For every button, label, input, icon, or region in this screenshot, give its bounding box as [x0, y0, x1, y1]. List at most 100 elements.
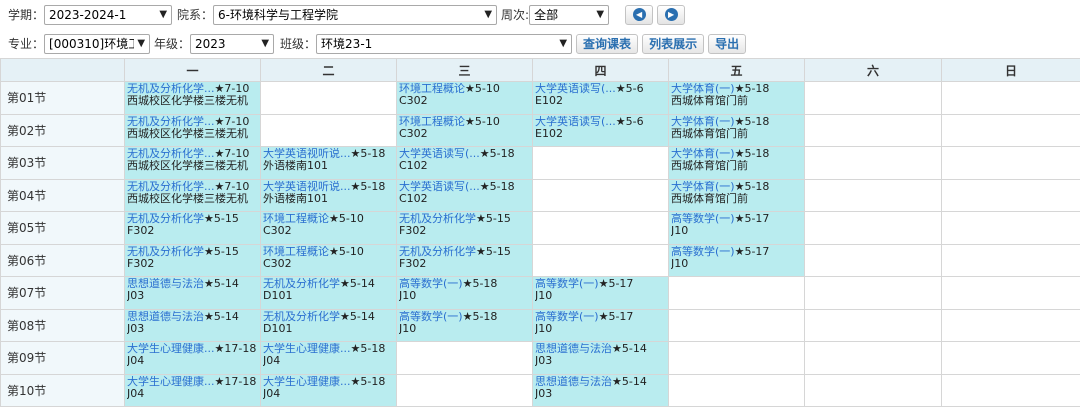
course-block[interactable]: 大学英语读写(...★5-6 E102 — [533, 114, 668, 146]
course-block[interactable]: 环境工程概论★5-10 C302 — [261, 244, 396, 276]
course-name-link[interactable]: 大学体育(一) — [671, 83, 735, 95]
export-button[interactable]: 导出 — [708, 33, 747, 54]
course-block[interactable]: 高等数学(一)★5-18 J10 — [397, 309, 532, 341]
course-block[interactable]: 无机及分析化学★5-14 D101 — [261, 309, 396, 341]
course-block[interactable]: 无机及分析化学...★7-10 西城校区化学楼三楼无机 — [125, 147, 260, 179]
course-room: 西城校区化学楼三楼无机 — [127, 95, 248, 107]
course-block[interactable]: 无机及分析化学★5-15 F302 — [125, 212, 260, 244]
course-name-link[interactable]: 大学生心理健康... — [127, 343, 215, 355]
course-block[interactable]: 思想道德与法治★5-14 J03 — [125, 277, 260, 309]
course-name-link[interactable]: 大学体育(一) — [671, 148, 735, 160]
course-block[interactable]: 大学生心理健康...★5-18 J04 — [261, 342, 396, 374]
course-name-link[interactable]: 思想道德与法治 — [127, 278, 204, 290]
course-name-link[interactable]: 无机及分析化学... — [127, 83, 215, 95]
course-name-link[interactable]: 大学英语读写(... — [399, 181, 480, 193]
course-name-link[interactable]: 无机及分析化学 — [127, 213, 204, 225]
course-block[interactable]: 大学体育(一)★5-18 西城体育馆门前 — [669, 147, 804, 179]
course-name-link[interactable]: 无机及分析化学 — [399, 246, 476, 258]
course-name-link[interactable]: 无机及分析化学... — [127, 181, 215, 193]
course-block[interactable]: 大学体育(一)★5-18 西城体育馆门前 — [669, 114, 804, 146]
course-name-link[interactable]: 环境工程概论 — [399, 83, 465, 95]
course-name-link[interactable]: 环境工程概论 — [263, 213, 329, 225]
course-block[interactable]: 高等数学(一)★5-18 J10 — [397, 277, 532, 309]
course-weeks: ★5-18 — [350, 148, 386, 160]
course-block[interactable]: 大学生心理健康...★5-18 J04 — [261, 374, 396, 406]
corner-header — [0, 58, 125, 82]
course-name-link[interactable]: 高等数学(一) — [535, 311, 599, 323]
course-room: C102 — [399, 160, 428, 172]
course-block[interactable]: 思想道德与法治★5-14 J03 — [125, 309, 260, 341]
course-name-link[interactable]: 高等数学(一) — [671, 246, 735, 258]
course-name-link[interactable]: 思想道德与法治 — [127, 311, 204, 323]
course-name-link[interactable]: 高等数学(一) — [671, 213, 735, 225]
class-select[interactable]: 环境23-1 ▼ — [316, 33, 573, 54]
week-select[interactable]: 全部 ▼ — [529, 4, 610, 25]
course-name-link[interactable]: 大学体育(一) — [671, 116, 735, 128]
course-block[interactable]: 高等数学(一)★5-17 J10 — [669, 244, 804, 276]
course-name-line: 大学体育(一)★5-18 — [671, 181, 802, 193]
course-name-link[interactable]: 大学英语视听说... — [263, 181, 351, 193]
period-label: 第05节 — [0, 211, 125, 245]
schedule-cell: 无机及分析化学★5-15 F302 — [396, 243, 533, 277]
term-select[interactable]: 2023-2024-1 ▼ — [44, 4, 173, 25]
course-block[interactable]: 思想道德与法治★5-14 J03 — [533, 374, 668, 406]
course-name-link[interactable]: 思想道德与法治 — [535, 376, 612, 388]
schedule-cell — [804, 81, 942, 115]
course-name-link[interactable]: 无机及分析化学 — [263, 278, 340, 290]
course-block[interactable]: 大学体育(一)★5-18 西城体育馆门前 — [669, 82, 804, 114]
course-name-link[interactable]: 环境工程概论 — [399, 116, 465, 128]
course-block[interactable]: 大学英语视听说...★5-18 外语楼南101 — [261, 147, 396, 179]
course-room: C102 — [399, 192, 428, 205]
course-block[interactable]: 高等数学(一)★5-17 J10 — [669, 212, 804, 244]
course-block[interactable]: 无机及分析化学★5-15 F302 — [397, 244, 532, 276]
course-name-link[interactable]: 无机及分析化学 — [127, 246, 204, 258]
course-block[interactable]: 高等数学(一)★5-17 J10 — [533, 277, 668, 309]
course-name-link[interactable]: 大学英语视听说... — [263, 148, 351, 160]
grade-select[interactable]: 2023 ▼ — [190, 33, 275, 54]
course-block[interactable]: 大学生心理健康...★17-18 J04 — [125, 374, 260, 406]
course-block[interactable]: 大学英语读写(...★5-18 C102 — [397, 179, 532, 211]
prev-week-button[interactable]: ◀ — [625, 4, 654, 25]
next-week-button[interactable]: ▶ — [657, 4, 686, 25]
query-schedule-button[interactable]: 查询课表 — [576, 33, 639, 54]
course-block[interactable]: 大学英语读写(...★5-6 E102 — [533, 82, 668, 114]
course-block[interactable]: 环境工程概论★5-10 C302 — [397, 114, 532, 146]
course-block[interactable]: 大学生心理健康...★17-18 J04 — [125, 342, 260, 374]
course-block[interactable]: 环境工程概论★5-10 C302 — [261, 212, 396, 244]
course-name-link[interactable]: 大学生心理健康... — [263, 376, 351, 388]
major-select[interactable]: [000310]环境工程 ▼ — [44, 33, 151, 54]
course-block[interactable]: 无机及分析化学★5-15 F302 — [125, 244, 260, 276]
course-block[interactable]: 环境工程概论★5-10 C302 — [397, 82, 532, 114]
course-name-link[interactable]: 大学英语读写(... — [535, 116, 616, 128]
course-name-link[interactable]: 大学生心理健康... — [263, 343, 351, 355]
course-block[interactable]: 思想道德与法治★5-14 J03 — [533, 342, 668, 374]
course-block[interactable]: 大学体育(一)★5-18 西城体育馆门前 — [669, 179, 804, 211]
course-block[interactable]: 无机及分析化学...★7-10 西城校区化学楼三楼无机 — [125, 82, 260, 114]
course-block[interactable]: 无机及分析化学★5-15 F302 — [397, 212, 532, 244]
course-name-link[interactable]: 思想道德与法治 — [535, 343, 612, 355]
schedule-cell: 无机及分析化学★5-15 F302 — [124, 211, 261, 245]
course-name-link[interactable]: 无机及分析化学 — [263, 311, 340, 323]
dept-select[interactable]: 6-环境科学与工程学院 ▼ — [213, 4, 498, 25]
list-view-button[interactable]: 列表展示 — [642, 33, 705, 54]
course-weeks: ★7-10 — [214, 148, 250, 160]
course-weeks: ★5-18 — [479, 148, 515, 160]
course-name-link[interactable]: 无机及分析化学... — [127, 148, 215, 160]
course-name-link[interactable]: 高等数学(一) — [535, 278, 599, 290]
course-name-link[interactable]: 大学英语读写(... — [535, 83, 616, 95]
course-block[interactable]: 无机及分析化学★5-14 D101 — [261, 277, 396, 309]
course-block[interactable]: 大学英语读写(...★5-18 C102 — [397, 147, 532, 179]
course-name-link[interactable]: 大学英语读写(... — [399, 148, 480, 160]
course-name-link[interactable]: 无机及分析化学 — [399, 213, 476, 225]
course-block[interactable]: 无机及分析化学...★7-10 西城校区化学楼三楼无机 — [125, 179, 260, 211]
course-name-link[interactable]: 高等数学(一) — [399, 278, 463, 290]
course-name-link[interactable]: 环境工程概论 — [263, 246, 329, 258]
course-name-link[interactable]: 大学生心理健康... — [127, 376, 215, 388]
course-block[interactable]: 大学英语视听说...★5-18 外语楼南101 — [261, 179, 396, 211]
course-block[interactable]: 高等数学(一)★5-17 J10 — [533, 309, 668, 341]
course-block[interactable]: 无机及分析化学...★7-10 西城校区化学楼三楼无机 — [125, 114, 260, 146]
course-name-link[interactable]: 高等数学(一) — [399, 311, 463, 323]
course-name-link[interactable]: 无机及分析化学... — [127, 116, 215, 128]
schedule-cell — [941, 373, 1080, 407]
course-name-link[interactable]: 大学体育(一) — [671, 181, 735, 193]
